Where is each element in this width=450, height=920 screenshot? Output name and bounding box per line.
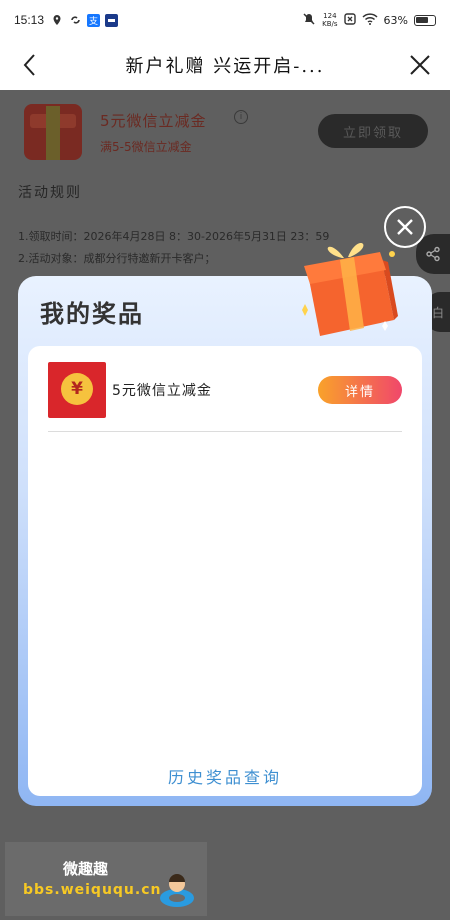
coupon-title: 5元微信立减金 (100, 112, 207, 130)
network-speed: 124 KB/s (322, 12, 338, 28)
red-envelope-image: ¥ (48, 362, 106, 418)
prize-name: 5元微信立减金 (112, 383, 212, 399)
swim-ring-icon (160, 874, 194, 907)
prize-list: ¥ 5元微信立减金 详情 历史奖品查询 (28, 346, 422, 796)
app-icon (104, 13, 118, 27)
watermark: 微趣趣 bbs.weiququ.cn (5, 842, 207, 916)
yuan-coin-icon: ¥ (61, 373, 93, 405)
rules-title: 活动规则 (18, 185, 82, 201)
info-icon[interactable]: i (234, 110, 248, 124)
rule-line: 1.领取时间：2026年4月28日 8：30-2026年5月31日 23：59 (18, 230, 330, 243)
loop-icon (68, 13, 82, 27)
history-prizes-link[interactable]: 历史奖品查询 (28, 764, 422, 788)
close-icon (410, 55, 430, 75)
page-title: 新户礼赠 兴运开启-... (125, 56, 325, 77)
alipay-icon: 支 (86, 13, 100, 27)
list-item: ¥ 5元微信立减金 详情 (48, 362, 402, 432)
watermark-title: 微趣趣 (63, 860, 109, 878)
battery-percent: 63% (383, 13, 408, 27)
my-prizes-modal: 我的奖品 ¥ 5元微信立减金 详情 历史奖品查询 (18, 276, 432, 806)
share-icon (426, 246, 440, 262)
navigation-bar: 新户礼赠 兴运开启-... (0, 40, 450, 90)
back-button[interactable] (0, 40, 60, 90)
wifi-icon (362, 12, 378, 28)
mute-bell-icon (302, 12, 316, 29)
gift-box-icon (302, 243, 398, 336)
claim-button[interactable]: 立即领取 (318, 114, 428, 148)
status-bar: 15:13 支 124 KB/s 63% (0, 0, 450, 40)
coupon-row: 5元微信立减金 i 满5-5微信立减金 立即领取 (20, 102, 440, 162)
gift-thumbnail (24, 104, 82, 160)
status-icons: 124 KB/s 63% (302, 12, 436, 29)
close-page-button[interactable] (390, 40, 450, 90)
watermark-url: bbs.weiququ.cn (23, 882, 162, 898)
back-icon (23, 54, 35, 76)
sim-icon (343, 12, 356, 28)
modal-heading: 我的奖品 (40, 300, 144, 328)
coupon-condition: 满5-5微信立减金 (100, 140, 192, 154)
detail-button[interactable]: 详情 (318, 376, 402, 404)
clock: 15:13 (14, 13, 45, 27)
svg-text:支: 支 (89, 15, 98, 27)
location-icon (50, 13, 64, 27)
rule-line: 2.活动对象：成都分行特邀新开卡客户； (18, 252, 216, 265)
battery-icon (414, 14, 436, 26)
